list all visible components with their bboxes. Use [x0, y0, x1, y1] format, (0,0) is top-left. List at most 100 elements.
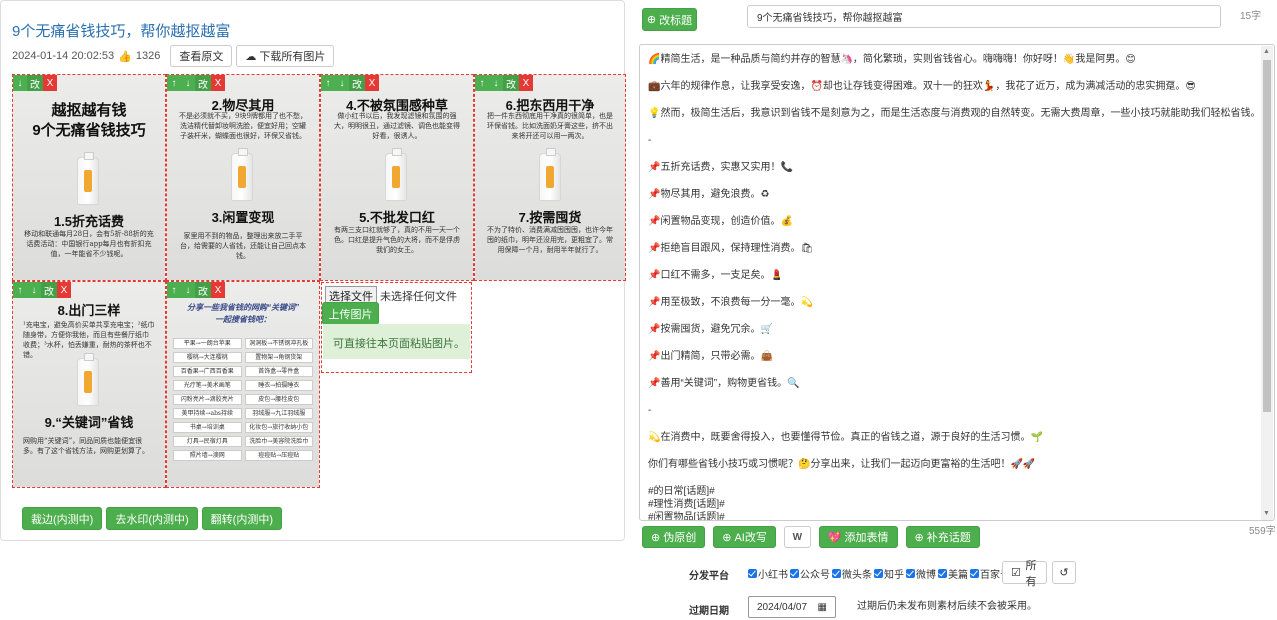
checkbox-checked-icon[interactable] [938, 569, 947, 578]
checkbox-checked-icon[interactable] [874, 569, 883, 578]
product-tube-image [77, 152, 99, 205]
move-up-icon[interactable]: ↑ [321, 75, 335, 91]
delete-button[interactable]: X [57, 282, 71, 298]
platform-checkbox[interactable]: 美篇 [938, 566, 968, 581]
platform-checkbox[interactable]: 小红书 [748, 566, 788, 581]
delete-button[interactable]: X [43, 75, 57, 91]
view-original-button[interactable]: 查看原文 [170, 45, 233, 67]
body-line: 📌物尽其用，避免浪费。♻ [648, 189, 770, 200]
body-line: 💼六年的规律作息，让我享受安逸，⏰却也让存钱变得困难。双十一的狂欢💃，我花了近万… [648, 81, 1196, 92]
keyword-chip: 樱桃→大连樱桃 [173, 352, 242, 363]
edit-button[interactable]: 改 [41, 282, 57, 298]
poster-image: 分享一些我省钱的网购“关键词” 一起搜省钱吧： 平果→一朗台苹果 洞洞板→不锈钢冲… [167, 282, 319, 487]
keyword-chip: 化妆包→旅行收纳小包 [244, 422, 313, 433]
checkbox-checked-icon[interactable] [790, 569, 799, 578]
body-char-count: 559字 [1249, 526, 1276, 537]
heart-icon: 💖 [827, 531, 842, 544]
delete-button[interactable]: X [211, 75, 225, 91]
body-line: #的日常[话题]# [648, 486, 715, 497]
keyword-chip: 洞洞板→不锈钢冲孔板 [244, 338, 313, 349]
keyword-row: 美甲持续→abs持续 羽绒服→九江羽绒服 [173, 408, 313, 419]
upload-image-button[interactable]: 上传图片 [322, 302, 379, 325]
paste-hint: 可直接往本页面粘贴图片。 [323, 324, 470, 359]
image-tile[interactable]: 6.把东西用干净 把一件东西彻底用干净真的很简单，也是环保省钱。比如洗面奶牙膏这… [474, 74, 626, 281]
checkbox-checked-icon[interactable] [970, 569, 979, 578]
edit-button[interactable]: 改 [195, 75, 211, 91]
image-tile[interactable]: 2.物尽其用 不是必须就不买，9块9牌都用了也不愁，洗洁精代替卸妆啊洗脸，便宜好… [166, 74, 320, 281]
body-textarea[interactable]: 🌈精简生活，是一种品质与简约并存的智慧🦄，简化繁琐，实则省钱省心。嗨嗨嗨！你好呀… [639, 44, 1275, 521]
delete-button[interactable]: X [519, 75, 533, 91]
calendar-icon[interactable]: ▦ [818, 602, 827, 613]
poster-image: 6.把东西用干净 把一件东西彻底用干净真的很简单，也是环保省钱。比如洗面奶牙膏这… [475, 75, 625, 280]
image-tile[interactable]: 4.不被氛围感种草 做小红书以后，我发现滤镜和氛围的强大，明明很丑，通过滤镜、调… [320, 74, 474, 281]
platform-checkbox[interactable]: 微头条 [832, 566, 872, 581]
remove-watermark-button[interactable]: 去水印(内测中) [106, 507, 198, 530]
ai-rewrite-button[interactable]: ⊕ AI改写 [713, 526, 776, 548]
body-line: #闲置物品[话题]# [648, 512, 725, 521]
move-down-icon[interactable]: ↓ [489, 75, 503, 91]
title-char-count: 15字 [1240, 11, 1262, 22]
image-tile[interactable]: 8.出门三样 ¹充电宝，避免高价买单共享充电宝；²纸巾随身带，方便你我他，而且有… [12, 281, 166, 488]
move-down-icon[interactable]: ↓ [13, 75, 27, 91]
platform-label-text: 微头条 [842, 570, 872, 581]
keyword-chip: 羽绒服→九江羽绒服 [244, 408, 313, 419]
article-datetime: 2024-01-14 20:02:53 [12, 50, 115, 62]
move-up-icon[interactable]: ↑ [475, 75, 489, 91]
reset-icon[interactable]: ↺ [1052, 561, 1076, 584]
move-down-icon[interactable]: ↓ [27, 282, 41, 298]
select-all-button[interactable]: ☑ 所有 [1002, 560, 1047, 588]
checkbox-checked-icon[interactable] [832, 569, 841, 578]
expiry-label: 过期日期 [689, 606, 729, 617]
platform-label-text: 美篇 [948, 570, 968, 581]
title-input[interactable]: 9个无痛省钱技巧，帮你越抠越富 [747, 5, 1221, 28]
add-topic-button[interactable]: ⊕ 补充话题 [905, 526, 980, 548]
body-line: 📌闲置物品变现，创造价值。💰 [648, 216, 793, 227]
add-emoji-button[interactable]: 💖 添加表情 [818, 526, 898, 548]
scroll-thumb[interactable] [1263, 60, 1271, 412]
poster-image: 2.物尽其用 不是必须就不买，9块9牌都用了也不愁，洗洁精代替卸妆啊洗脸，便宜好… [167, 75, 319, 280]
expiry-date-input[interactable]: 2024/04/07 ▦ [748, 596, 836, 618]
plus-circle-icon: ⊕ [722, 531, 732, 544]
delete-button[interactable]: X [211, 282, 225, 298]
keyword-row: 百香果→广西百香果 首饰盒→零件盒 [173, 366, 313, 377]
plus-circle-icon: ⊕ [914, 531, 924, 544]
image-grid: 越抠越有钱 9个无痛省钱技巧 1.5折充话费 移动和联通每月28日，会有5折-8… [12, 74, 626, 488]
move-up-icon[interactable]: ↑ [167, 282, 181, 298]
scroll-up-icon[interactable]: ▲ [1263, 48, 1270, 56]
keyword-row: 照片墙→澳网 痘痘贴→压痘贴 [173, 450, 313, 461]
checkbox-checked-icon[interactable] [906, 569, 915, 578]
platform-checkbox[interactable]: 微博 [906, 566, 936, 581]
scroll-down-icon[interactable]: ▼ [1263, 510, 1270, 518]
image-tile[interactable]: 越抠越有钱 9个无痛省钱技巧 1.5折充话费 移动和联通每月28日，会有5折-8… [12, 74, 166, 281]
checkbox-checked-icon[interactable] [748, 569, 757, 578]
product-tube-image [539, 148, 561, 201]
edit-button[interactable]: 改 [349, 75, 365, 91]
rename-title-button[interactable]: ⊕ 改标题 [642, 8, 697, 31]
body-line: 📌出门精简，只带必需。👜 [648, 351, 773, 362]
crop-edge-button[interactable]: 裁边(内测中) [22, 507, 103, 530]
expiry-note: 过期后仍未发布则素材后续不会被采用。 [857, 601, 1037, 612]
move-down-icon[interactable]: ↓ [335, 75, 349, 91]
move-down-icon[interactable]: ↓ [181, 75, 195, 91]
move-up-icon[interactable]: ↑ [13, 282, 27, 298]
move-up-icon[interactable]: ↑ [167, 75, 181, 91]
wordpress-icon[interactable]: W [783, 526, 811, 548]
scrollbar[interactable]: ▲ ▼ [1261, 46, 1273, 520]
platform-checkbox[interactable]: 知乎 [874, 566, 904, 581]
flip-button[interactable]: 翻转(内测中) [201, 507, 282, 530]
edit-button[interactable]: 改 [27, 75, 43, 91]
download-all-button[interactable]: ☁ 下载所有图片 [236, 45, 335, 67]
edit-button[interactable]: 改 [195, 282, 211, 298]
thumbs-up-icon: 👍 [118, 50, 132, 63]
platform-label-text: 小红书 [758, 570, 788, 581]
delete-button[interactable]: X [365, 75, 379, 91]
keyword-chip: 置物架→角钢货架 [244, 352, 313, 363]
platform-checkboxes: 小红书 公众号 微头条 知乎 微博 美篇 百家号 [748, 566, 1010, 581]
pseudo-original-button[interactable]: ⊕ 伪原创 [642, 526, 706, 548]
edit-button[interactable]: 改 [503, 75, 519, 91]
move-down-icon[interactable]: ↓ [181, 282, 195, 298]
image-tile[interactable]: 分享一些我省钱的网购“关键词” 一起搜省钱吧： 平果→一朗台苹果 洞洞板→不锈钢冲… [166, 281, 320, 488]
body-line: 📌按需囤货，避免冗余。🛒 [648, 324, 773, 335]
platform-checkbox[interactable]: 公众号 [790, 566, 830, 581]
poster-image: 越抠越有钱 9个无痛省钱技巧 1.5折充话费 移动和联通每月28日，会有5折-8… [13, 75, 165, 280]
